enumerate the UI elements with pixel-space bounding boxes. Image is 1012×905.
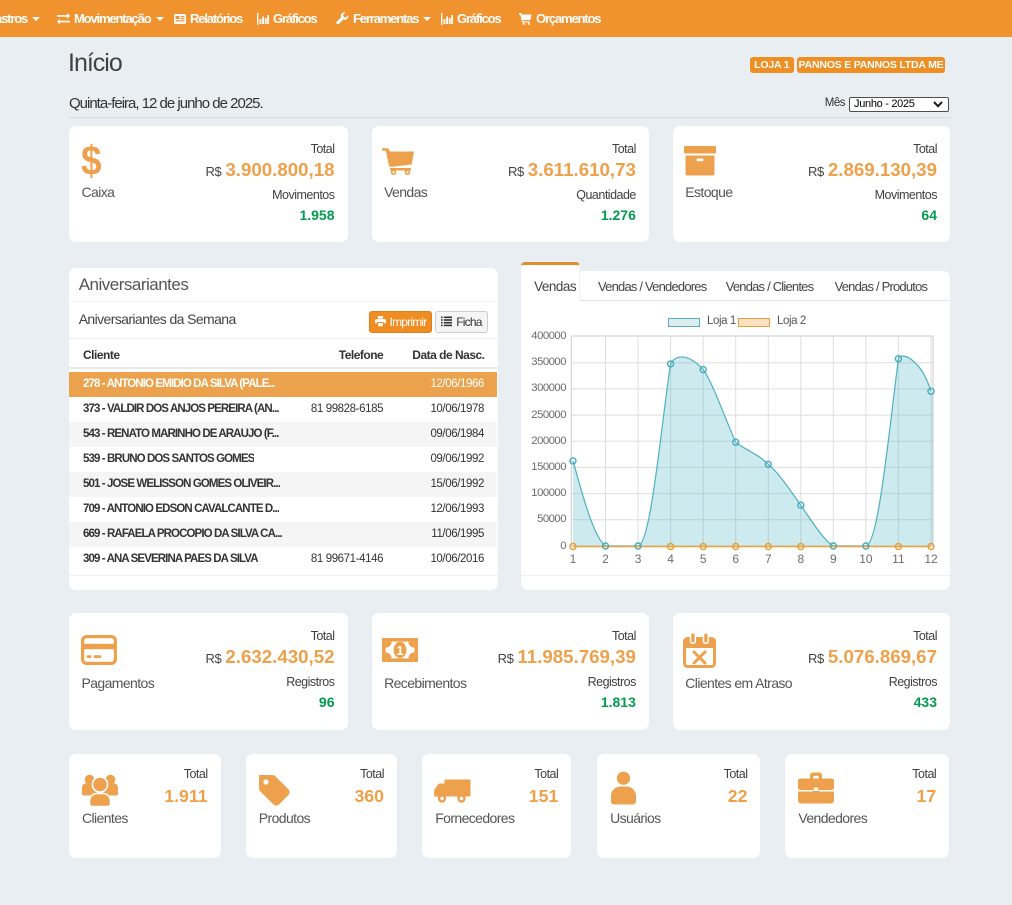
svg-text:1: 1: [396, 643, 403, 658]
